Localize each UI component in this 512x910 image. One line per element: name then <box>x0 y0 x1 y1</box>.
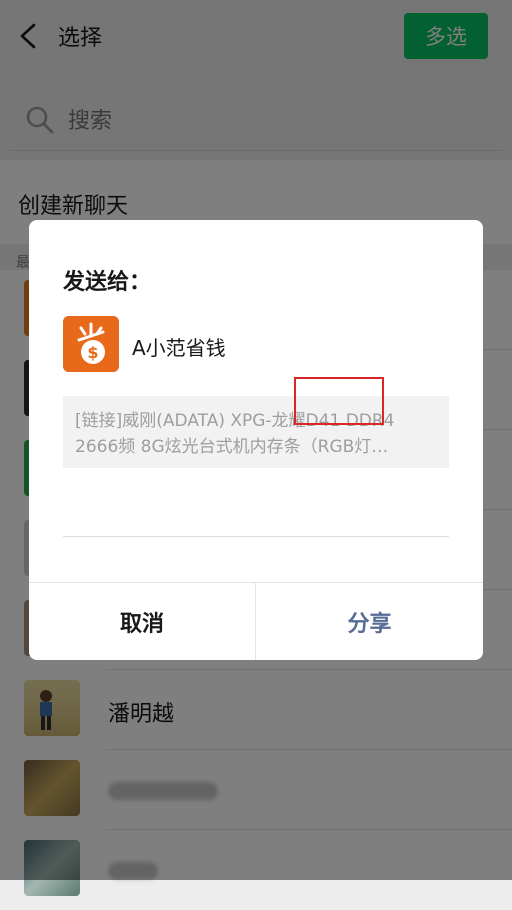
share-button-highlight <box>294 377 384 425</box>
svg-text:$: $ <box>87 343 98 362</box>
dialog-title: 发送给： <box>63 270 152 295</box>
recipient-name: A小范省钱 <box>132 336 226 360</box>
cancel-button[interactable]: 取消 <box>29 583 255 660</box>
message-input[interactable] <box>63 536 449 537</box>
message-preview: [链接]威刚(ADATA) XPG-龙耀D41 DDR4 2666频 8G炫光台… <box>63 396 449 468</box>
money-bag-logo-icon: $ <box>63 316 119 372</box>
recipient-avatar: $ <box>63 316 119 372</box>
share-button[interactable]: 分享 <box>256 583 483 660</box>
send-to-dialog: 发送给： $ A小范省钱 [链接]威刚(ADATA) XPG-龙耀D41 DDR… <box>29 220 483 660</box>
